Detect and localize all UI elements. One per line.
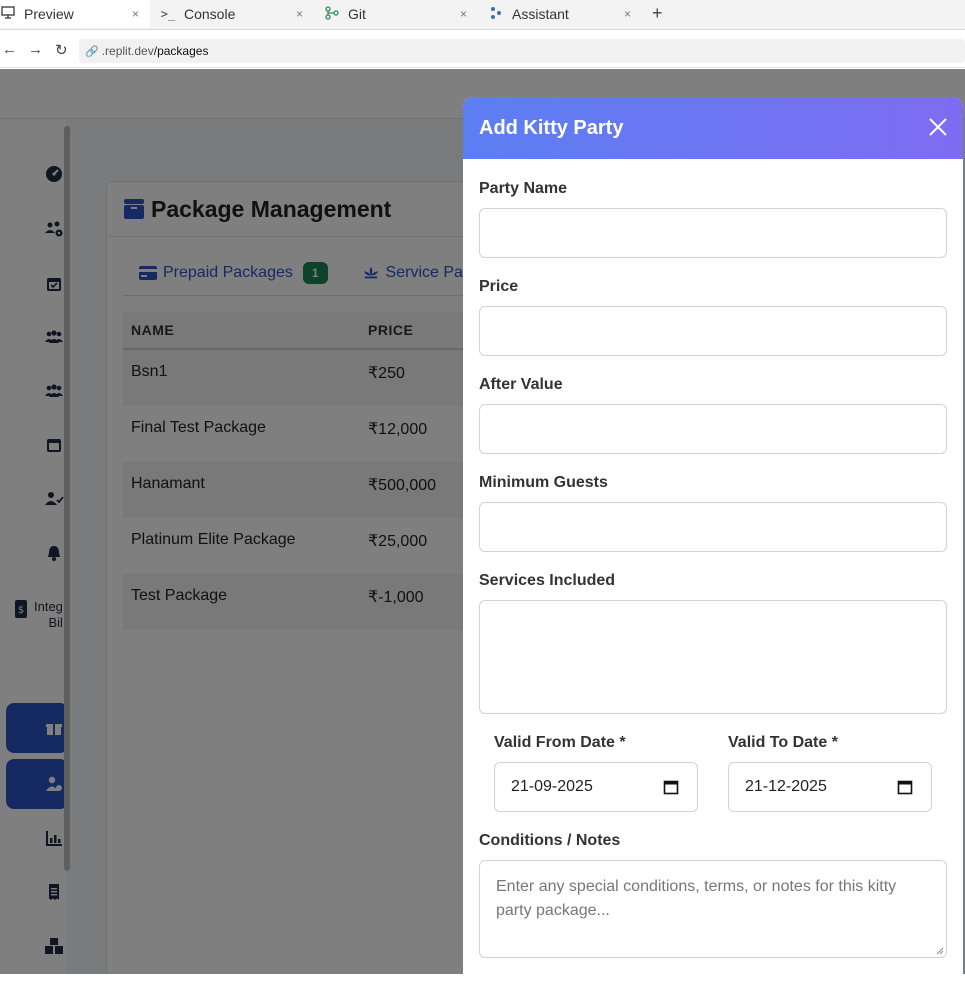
assistant-icon: [488, 6, 504, 23]
close-icon[interactable]: ×: [460, 7, 467, 21]
resize-handle-icon[interactable]: [936, 947, 944, 955]
price-input[interactable]: [479, 306, 947, 356]
close-icon[interactable]: ×: [132, 7, 139, 21]
after-value-label: After Value: [479, 376, 563, 393]
address-bar-row: ← → ↻ 🔗 .replit.dev /packages: [0, 34, 965, 68]
services-included-label: Services Included: [479, 572, 616, 589]
price-label: Price: [479, 278, 519, 295]
calendar-icon[interactable]: [663, 779, 679, 795]
close-icon[interactable]: ×: [296, 7, 303, 21]
valid-from-label: Valid From Date *: [494, 734, 626, 751]
reload-icon[interactable]: ↻: [55, 41, 68, 59]
tab-git[interactable]: Git ×: [324, 0, 474, 28]
tab-label: Preview: [24, 6, 74, 22]
new-tab-button[interactable]: +: [652, 3, 663, 24]
minimum-guests-label: Minimum Guests: [479, 474, 608, 491]
tab-assistant[interactable]: Assistant ×: [488, 0, 638, 28]
url-domain: .replit.dev: [101, 44, 154, 58]
tab-label: Assistant: [512, 6, 569, 22]
tab-label: Git: [348, 6, 366, 22]
valid-from-value: 21-09-2025: [511, 778, 593, 795]
modal-title: Add Kitty Party: [479, 116, 624, 139]
valid-to-label: Valid To Date *: [728, 734, 838, 751]
close-icon[interactable]: [927, 116, 949, 138]
forward-icon[interactable]: →: [28, 41, 43, 58]
notes-placeholder: Enter any special conditions, terms, or …: [496, 878, 897, 919]
conditions-notes-textarea[interactable]: Enter any special conditions, terms, or …: [479, 860, 947, 958]
add-kitty-party-modal: Add Kitty Party Party Name Price After V…: [463, 97, 963, 987]
calendar-icon[interactable]: [897, 779, 913, 795]
valid-from-date-input[interactable]: 21-09-2025: [494, 762, 698, 812]
back-icon[interactable]: ←: [2, 41, 17, 58]
git-icon: [324, 5, 340, 23]
conditions-notes-label: Conditions / Notes: [479, 832, 621, 849]
tab-console[interactable]: >_ Console ×: [160, 0, 310, 28]
url-bar[interactable]: 🔗 .replit.dev /packages: [79, 39, 965, 63]
link-icon: 🔗: [85, 45, 99, 58]
tab-label: Console: [184, 6, 236, 22]
terminal-icon: >_: [160, 7, 176, 21]
monitor-icon: [0, 6, 16, 22]
modal-header: Add Kitty Party: [463, 97, 963, 159]
valid-to-value: 21-12-2025: [745, 778, 827, 795]
browser-tab-strip: Preview × >_ Console × Git × Assistant ×…: [0, 0, 965, 30]
minimum-guests-input[interactable]: [479, 502, 947, 552]
close-icon[interactable]: ×: [624, 7, 631, 21]
tab-preview[interactable]: Preview ×: [0, 0, 150, 28]
party-name-input[interactable]: [479, 208, 947, 258]
party-name-label: Party Name: [479, 180, 568, 197]
url-path: /packages: [153, 44, 209, 58]
after-value-input[interactable]: [479, 404, 947, 454]
valid-to-date-input[interactable]: 21-12-2025: [728, 762, 932, 812]
services-included-textarea[interactable]: [479, 600, 947, 714]
